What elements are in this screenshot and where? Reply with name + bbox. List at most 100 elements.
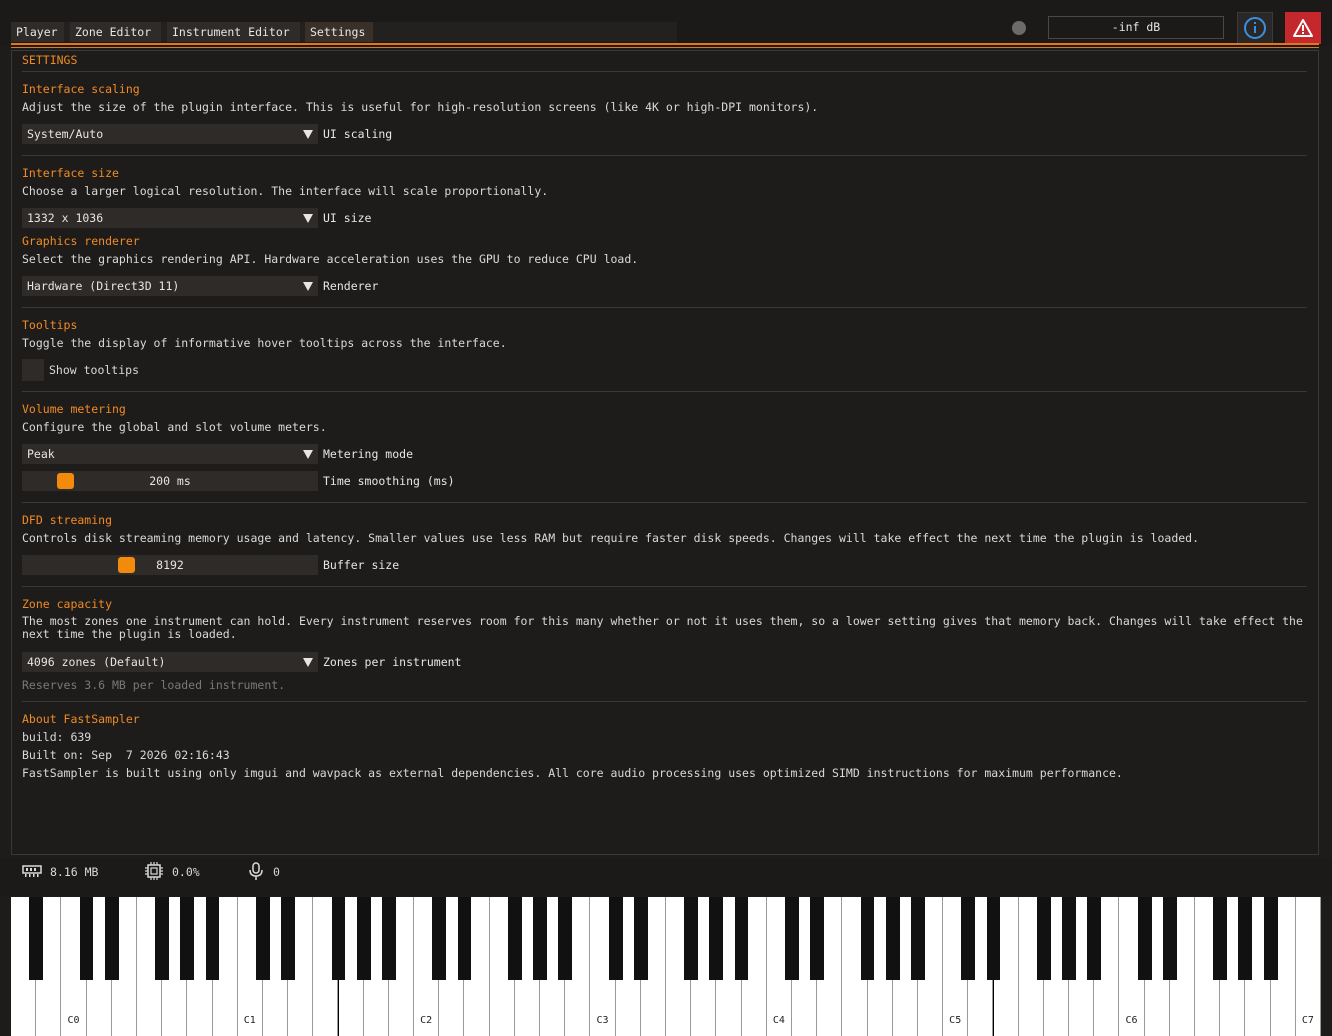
black-key[interactable]	[734, 897, 749, 980]
memory-icon	[22, 865, 42, 877]
zone-capacity-description: The most zones one instrument can hold. …	[22, 614, 1303, 641]
level-readout: -inf dB	[1048, 16, 1224, 39]
info-button[interactable]	[1237, 12, 1273, 44]
renderer-value: Hardware (Direct3D 11)	[27, 279, 180, 293]
black-key[interactable]	[961, 897, 976, 980]
buffer-size-slider[interactable]: 8192	[22, 555, 318, 575]
octave-label: C4	[772, 1015, 785, 1026]
chevron-down-icon	[303, 130, 313, 139]
buffer-size-value: 8192	[156, 558, 184, 572]
tab-settings[interactable]: Settings	[305, 22, 373, 42]
about-heading: About FastSampler	[22, 712, 140, 726]
black-key[interactable]	[1137, 897, 1152, 980]
octave-label: C6	[1125, 1015, 1138, 1026]
slider-grab[interactable]	[57, 473, 74, 489]
ui-scaling-label: UI scaling	[323, 127, 393, 141]
interface-size-description: Choose a larger logical resolution. The …	[22, 184, 549, 198]
show-tooltips-label: Show tooltips	[49, 363, 140, 377]
octave-label: C1	[243, 1015, 256, 1026]
black-key[interactable]	[1087, 897, 1102, 980]
chevron-down-icon	[303, 450, 313, 459]
black-key[interactable]	[533, 897, 547, 980]
black-key[interactable]	[1263, 897, 1278, 980]
time-smoothing-value: 200 ms	[149, 474, 191, 488]
black-key[interactable]	[281, 897, 296, 980]
octave-label: C3	[596, 1015, 609, 1026]
dfd-streaming-heading: DFD streaming	[22, 513, 113, 527]
divider	[22, 155, 1307, 156]
divider	[22, 391, 1307, 392]
divider	[22, 307, 1307, 308]
black-key[interactable]	[104, 897, 119, 980]
black-key[interactable]	[558, 897, 573, 980]
black-key[interactable]	[684, 897, 699, 980]
black-key[interactable]	[507, 897, 522, 980]
black-key[interactable]	[79, 897, 94, 980]
dfd-streaming-description: Controls disk streaming memory usage and…	[22, 531, 1200, 545]
ui-size-value: 1332 x 1036	[27, 211, 104, 225]
black-key[interactable]	[1238, 897, 1253, 980]
ui-size-dropdown[interactable]: 1332 x 1036	[22, 208, 318, 228]
black-key[interactable]	[1213, 897, 1228, 980]
octave-label: C5	[949, 1015, 962, 1026]
renderer-label: Renderer	[323, 279, 379, 293]
about-description: FastSampler is built using only imgui an…	[22, 766, 1123, 780]
black-key[interactable]	[785, 897, 799, 980]
black-key[interactable]	[155, 897, 170, 980]
tab-instrument-editor[interactable]: Instrument Editor	[167, 22, 300, 42]
divider	[22, 71, 1307, 72]
tooltips-description: Toggle the display of informative hover …	[22, 336, 507, 350]
memory-usage: 8.16 MB	[50, 865, 99, 879]
piano-keyboard[interactable]: C0 C1 C2 C3 C4 C5 C6 C7	[11, 897, 1321, 1036]
zones-per-instrument-label: Zones per instrument	[323, 655, 462, 669]
black-key[interactable]	[709, 897, 724, 980]
ui-size-label: UI size	[323, 211, 372, 225]
renderer-dropdown[interactable]: Hardware (Direct3D 11)	[22, 276, 318, 296]
tab-player[interactable]: Player	[11, 22, 64, 42]
black-key[interactable]	[810, 897, 825, 980]
black-key[interactable]	[1036, 897, 1051, 980]
zones-per-instrument-dropdown[interactable]: 4096 zones (Default)	[22, 652, 318, 672]
black-key[interactable]	[180, 897, 195, 980]
octave-label: C7	[1301, 1015, 1314, 1026]
black-key[interactable]	[432, 897, 447, 980]
black-key[interactable]	[381, 897, 396, 980]
octave-label: C0	[67, 1015, 80, 1026]
accent-line-secondary	[11, 47, 1319, 48]
activity-led	[1012, 21, 1026, 35]
chevron-down-icon	[303, 658, 313, 667]
volume-metering-heading: Volume metering	[22, 402, 126, 416]
warning-icon	[1293, 19, 1313, 37]
black-key[interactable]	[356, 897, 371, 980]
time-smoothing-slider[interactable]: 200 ms	[22, 471, 318, 491]
divider	[22, 701, 1307, 702]
black-key[interactable]	[1162, 897, 1177, 980]
warning-button[interactable]	[1285, 12, 1321, 44]
metering-mode-dropdown[interactable]: Peak	[22, 444, 318, 464]
show-tooltips-checkbox[interactable]	[22, 359, 44, 381]
black-key[interactable]	[633, 897, 648, 980]
black-key[interactable]	[986, 897, 1001, 980]
interface-scaling-heading: Interface scaling	[22, 82, 140, 96]
black-key[interactable]	[1062, 897, 1076, 980]
white-key[interactable]: C7	[1295, 897, 1321, 1036]
metering-mode-value: Peak	[27, 447, 55, 461]
graphics-renderer-description: Select the graphics rendering API. Hardw…	[22, 252, 639, 266]
build-date: Built on: Sep 7 2026 02:16:43	[22, 748, 230, 762]
black-key[interactable]	[885, 897, 900, 980]
black-key[interactable]	[205, 897, 220, 980]
black-key[interactable]	[910, 897, 925, 980]
slider-grab[interactable]	[117, 557, 135, 573]
interface-scaling-description: Adjust the size of the plugin interface.…	[22, 100, 819, 114]
zone-capacity-note: Reserves 3.6 MB per loaded instrument.	[22, 678, 286, 692]
interface-size-heading: Interface size	[22, 166, 119, 180]
black-key[interactable]	[255, 897, 270, 980]
black-key[interactable]	[331, 897, 346, 980]
black-key[interactable]	[860, 897, 875, 980]
ui-scaling-dropdown[interactable]: System/Auto	[22, 124, 318, 144]
black-key[interactable]	[29, 897, 44, 980]
tooltips-heading: Tooltips	[22, 318, 78, 332]
tab-zone-editor[interactable]: Zone Editor	[70, 22, 161, 42]
black-key[interactable]	[457, 897, 472, 980]
black-key[interactable]	[608, 897, 623, 980]
